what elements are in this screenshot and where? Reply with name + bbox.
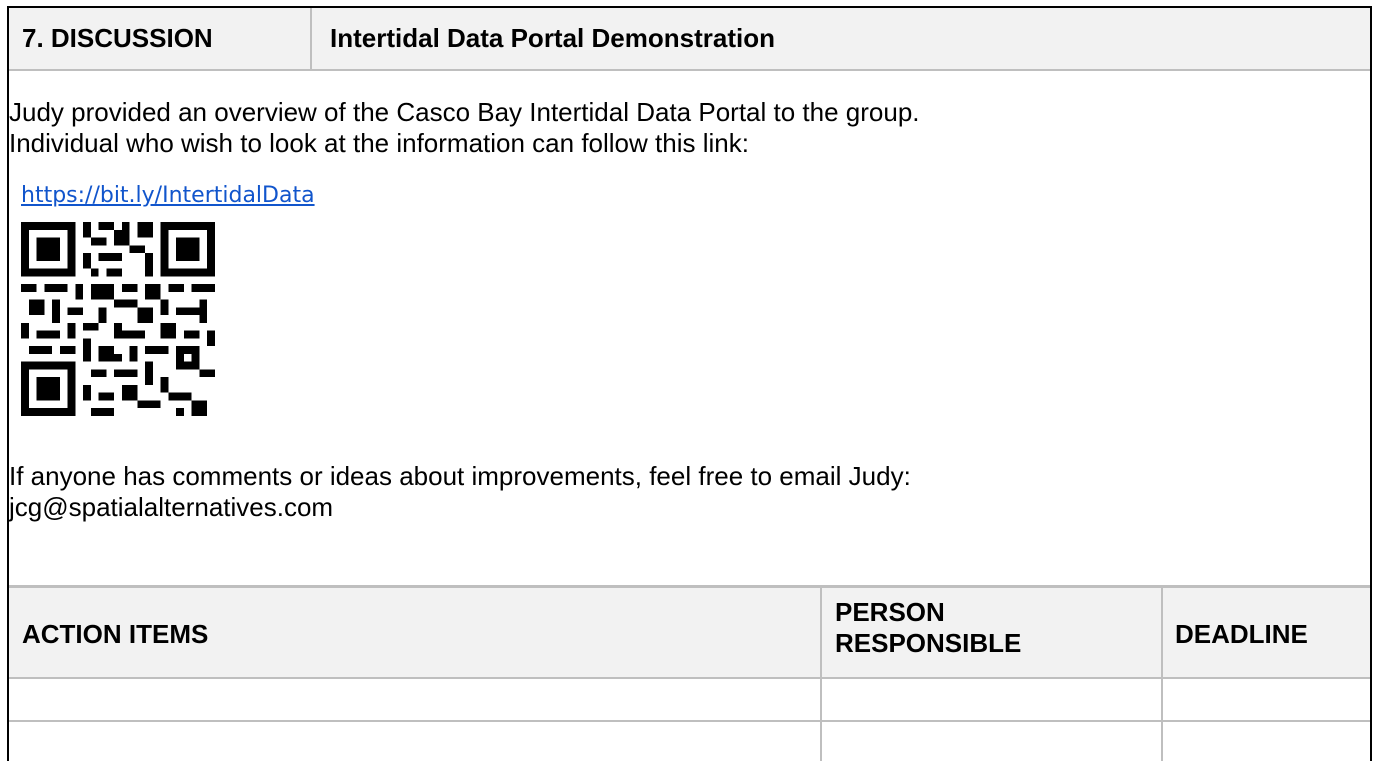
intertidal-data-link[interactable]: https://bit.ly/IntertidalData: [21, 183, 315, 208]
qr-code-icon: [21, 222, 215, 416]
section-number: 7. DISCUSSION: [22, 23, 213, 53]
person-header-line2: RESPONSIBLE: [835, 628, 1022, 658]
person-header-line1: PERSON: [835, 597, 945, 627]
action-items-header: ACTION ITEMS: [22, 619, 209, 649]
body-line-3: If anyone has comments or ideas about im…: [9, 461, 911, 491]
body-line-2: Individual who wish to look at the infor…: [9, 128, 749, 158]
action-items-header-row: [9, 588, 1370, 679]
column-divider-2: [1161, 588, 1163, 761]
table-right-border: [1370, 6, 1372, 761]
header-divider: [310, 8, 312, 69]
section-title: Intertidal Data Portal Demonstration: [330, 23, 775, 53]
deadline-header: DEADLINE: [1175, 619, 1308, 649]
body-line-1: Judy provided an overview of the Casco B…: [9, 97, 920, 127]
email-address: jcg@spatialalternatives.com: [9, 492, 334, 522]
table-row-divider: [9, 720, 1370, 722]
column-divider-1: [820, 588, 822, 761]
